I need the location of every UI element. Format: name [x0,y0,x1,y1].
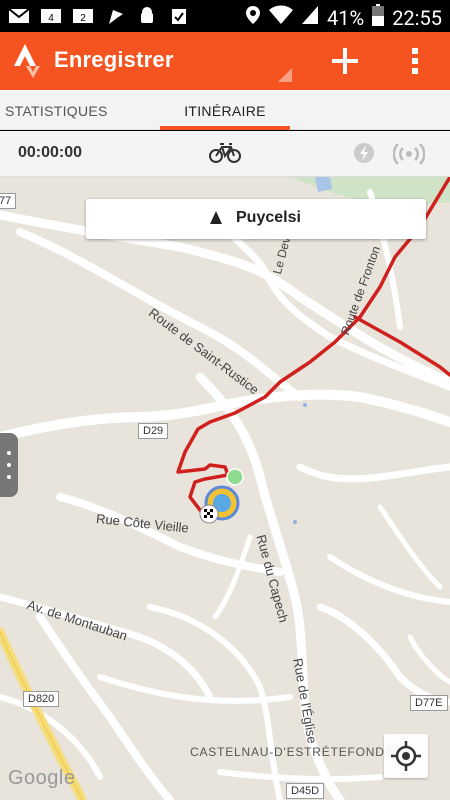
tab-bar: STATISTIQUES ITINÉRAIRE [0,90,450,130]
battery-percent: 41% [327,5,365,30]
battery-icon [372,4,385,31]
active-tab-indicator [160,126,290,130]
broadcast-icon [392,143,426,169]
route-map[interactable]: Route de Saint-Rustice Route de Fronton … [0,177,450,800]
status-bar: 4 2 41% 22:55 [0,0,450,32]
google-attribution: Google [8,767,76,789]
add-plus-icon[interactable] [328,44,362,78]
handle-dot-icon [7,475,11,479]
navigation-arrow-icon [210,211,222,224]
voicemail-icon-4: 4 [40,5,62,27]
road-badge-77: 77 [0,193,17,209]
destination-card[interactable]: Puycelsi [86,199,426,239]
voicemail-icon-2: 2 [72,5,94,27]
road-badge-d29: D29 [138,423,169,439]
strava-logo-icon[interactable] [14,44,42,78]
check-clipboard-icon [168,5,190,27]
bike-icon[interactable] [209,142,241,168]
gps-signal-icon [353,141,375,169]
road-badge-d45d: D45D [286,783,325,799]
svg-text:4: 4 [48,13,54,24]
tab-statistiques[interactable]: STATISTIQUES [5,90,155,130]
destination-name: Puycelsi [236,209,301,226]
wifi-icon [269,5,294,30]
system-icons: 41% 22:55 [245,4,442,31]
tab-itineraire[interactable]: ITINÉRAIRE [160,90,290,130]
location-pin-icon [245,5,261,30]
notification-icons: 4 2 [8,5,190,27]
my-location-button[interactable] [384,734,428,778]
drawer-handle[interactable] [0,433,18,497]
mail-icon [8,5,30,27]
svg-text:2: 2 [80,13,86,24]
flag-icon [104,5,126,27]
handle-dot-icon [7,451,11,455]
crosshair-icon [391,741,421,771]
stats-bar: 00:00:00 [0,131,450,177]
app-title: Enregistrer [54,47,174,72]
road-badge-d77e: D77E [410,695,448,711]
signal-icon [301,5,319,30]
label-town: CASTELNAU-D'ESTRÉTEFONDS [190,745,394,759]
android-icon [136,5,158,27]
spinner-indicator [278,68,292,82]
road-badge-d820: D820 [23,691,60,707]
handle-dot-icon [7,463,11,467]
finish-flag-icon [199,504,219,528]
elapsed-timer: 00:00:00 [18,144,83,161]
app-bar: Enregistrer [0,32,450,90]
more-vert-icon[interactable] [404,44,426,78]
clock: 22:55 [392,5,442,30]
